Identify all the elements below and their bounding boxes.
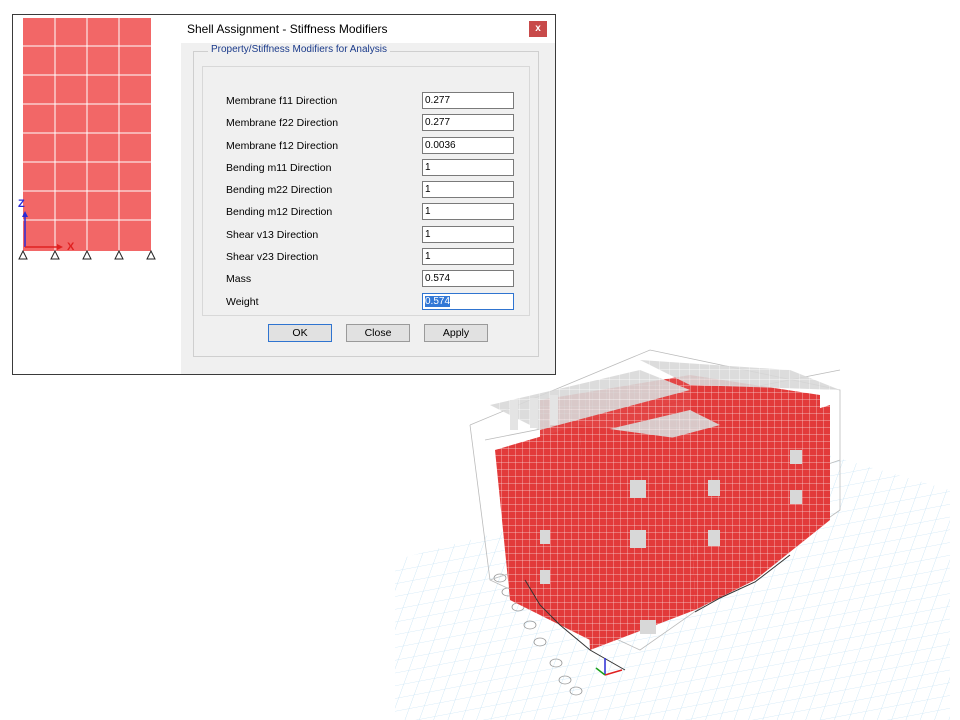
bending-m22-input[interactable]: 1 bbox=[422, 181, 514, 198]
elevation-view: Z X bbox=[13, 15, 183, 374]
shear-v23-input[interactable]: 1 bbox=[422, 248, 514, 265]
stiffness-modifiers-dialog: Shell Assignment - Stiffness Modifiers x… bbox=[181, 15, 555, 374]
row-weight: Weight 0.574 bbox=[194, 293, 540, 313]
row-membrane-f12: Membrane f12 Direction 0.0036 bbox=[194, 137, 540, 157]
screenshot-panel: Z X Shell Assignment - Stiffness Modifie… bbox=[12, 14, 556, 375]
row-membrane-f11: Membrane f11 Direction 0.277 bbox=[194, 92, 540, 112]
dialog-titlebar[interactable]: Shell Assignment - Stiffness Modifiers x bbox=[181, 15, 555, 43]
row-label: Weight bbox=[226, 296, 259, 308]
row-label: Bending m22 Direction bbox=[226, 184, 333, 196]
weight-selected-text: 0.574 bbox=[425, 296, 451, 307]
row-label: Membrane f11 Direction bbox=[226, 95, 338, 107]
bending-m12-input[interactable]: 1 bbox=[422, 203, 514, 220]
row-label: Bending m12 Direction bbox=[226, 206, 333, 218]
row-shear-v23: Shear v23 Direction 1 bbox=[194, 248, 540, 268]
dialog-title: Shell Assignment - Stiffness Modifiers bbox=[187, 22, 388, 36]
row-label: Membrane f22 Direction bbox=[226, 117, 339, 129]
shear-v13-input[interactable]: 1 bbox=[422, 226, 514, 243]
row-label: Membrane f12 Direction bbox=[226, 140, 339, 152]
front-wall-mid bbox=[690, 430, 755, 610]
x-axis-label: X bbox=[67, 241, 75, 253]
row-label: Mass bbox=[226, 273, 252, 285]
row-mass: Mass 0.574 bbox=[194, 270, 540, 290]
mass-input[interactable]: 0.574 bbox=[422, 270, 514, 287]
row-label: Shear v23 Direction bbox=[226, 251, 319, 263]
membrane-f12-input[interactable]: 0.0036 bbox=[422, 137, 514, 154]
elevation-drawing bbox=[18, 18, 156, 260]
membrane-f22-input[interactable]: 0.277 bbox=[422, 114, 514, 131]
row-membrane-f22: Membrane f22 Direction 0.277 bbox=[194, 114, 540, 134]
row-bending-m22: Bending m22 Direction 1 bbox=[194, 181, 540, 201]
close-icon[interactable]: x bbox=[529, 21, 547, 37]
bending-m11-input[interactable]: 1 bbox=[422, 159, 514, 176]
membrane-f11-input[interactable]: 0.277 bbox=[422, 92, 514, 109]
row-bending-m12: Bending m12 Direction 1 bbox=[194, 203, 540, 223]
row-label: Bending m11 Direction bbox=[226, 162, 332, 174]
row-bending-m11: Bending m11 Direction 1 bbox=[194, 159, 540, 179]
modifiers-groupbox: Property/Stiffness Modifiers for Analysi… bbox=[193, 44, 540, 357]
ok-button[interactable]: OK bbox=[268, 324, 332, 342]
row-label: Shear v13 Direction bbox=[226, 229, 319, 241]
z-axis-label: Z bbox=[18, 198, 25, 210]
row-shear-v13: Shear v13 Direction 1 bbox=[194, 226, 540, 246]
weight-input[interactable]: 0.574 bbox=[422, 293, 514, 310]
parapet-openings bbox=[510, 395, 558, 430]
building-3d-view bbox=[390, 330, 960, 720]
support-icons bbox=[18, 249, 156, 260]
group-title: Property/Stiffness Modifiers for Analysi… bbox=[208, 44, 390, 55]
building-3d-drawing bbox=[395, 349, 950, 720]
